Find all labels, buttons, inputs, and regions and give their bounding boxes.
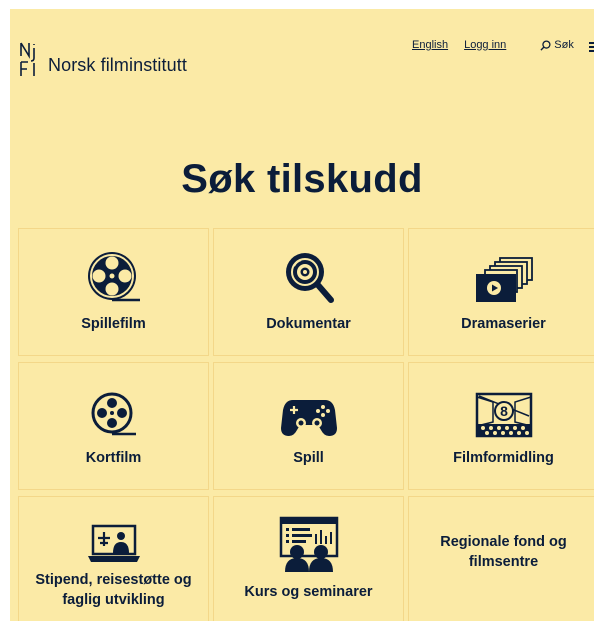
gamepad-icon (280, 400, 337, 436)
card-kortfilm[interactable]: Kortfilm (18, 362, 209, 490)
svg-text:8: 8 (500, 403, 508, 419)
nfi-logo[interactable]: Norsk filminstitutt (20, 42, 187, 76)
logo-text: Norsk filminstitutt (48, 55, 187, 75)
login-link[interactable]: Logg inn (464, 39, 506, 51)
nfi-logo-mark-icon (20, 42, 35, 76)
menu-icon[interactable] (589, 42, 594, 54)
search-icon (540, 39, 551, 51)
film-reel-icon (87, 252, 140, 302)
audience-presentation-icon (279, 516, 338, 572)
card-filmformidling[interactable]: 8 Filmformidling (408, 362, 594, 490)
english-link[interactable]: English (412, 39, 448, 51)
magnifier-target-icon (285, 253, 334, 303)
card-label: Kurs og seminarer (244, 584, 373, 600)
card-label: Dramaserier (461, 316, 546, 332)
card-label: Filmformidling (453, 450, 554, 466)
search-label: Søk (554, 39, 574, 51)
card-regionale-fond[interactable]: Regionale fond og filmsentre (408, 496, 594, 621)
card-kurs[interactable]: Kurs og seminarer (213, 496, 404, 621)
card-label: Kortfilm (85, 450, 142, 466)
top-navigation: English Logg inn Søk (412, 39, 574, 51)
card-stipend[interactable]: Stipend, reisestøtte og faglig utvikling (18, 496, 209, 621)
card-label: Stipend, reisestøtte og faglig utvikling (35, 572, 192, 608)
card-dramaserier[interactable]: Dramaserier (408, 228, 594, 356)
cinema-screen-icon: 8 (475, 392, 532, 438)
card-label: Regionale fond og filmsentre (440, 534, 567, 570)
search-button[interactable]: Søk (540, 39, 574, 51)
card-label: Dokumentar (266, 316, 351, 332)
page: Norsk filminstitutt English Logg inn Søk… (10, 9, 594, 621)
card-label: Spill (293, 450, 324, 466)
laptop-travel-icon (87, 524, 140, 562)
card-label: Spillefilm (81, 316, 146, 332)
card-spill[interactable]: Spill (213, 362, 404, 490)
card-spillefilm[interactable]: Spillefilm (18, 228, 209, 356)
stacked-video-icon (475, 257, 533, 302)
page-title: Søk tilskudd (181, 157, 423, 201)
small-film-reel-icon (91, 392, 136, 436)
card-dokumentar[interactable]: Dokumentar (213, 228, 404, 356)
